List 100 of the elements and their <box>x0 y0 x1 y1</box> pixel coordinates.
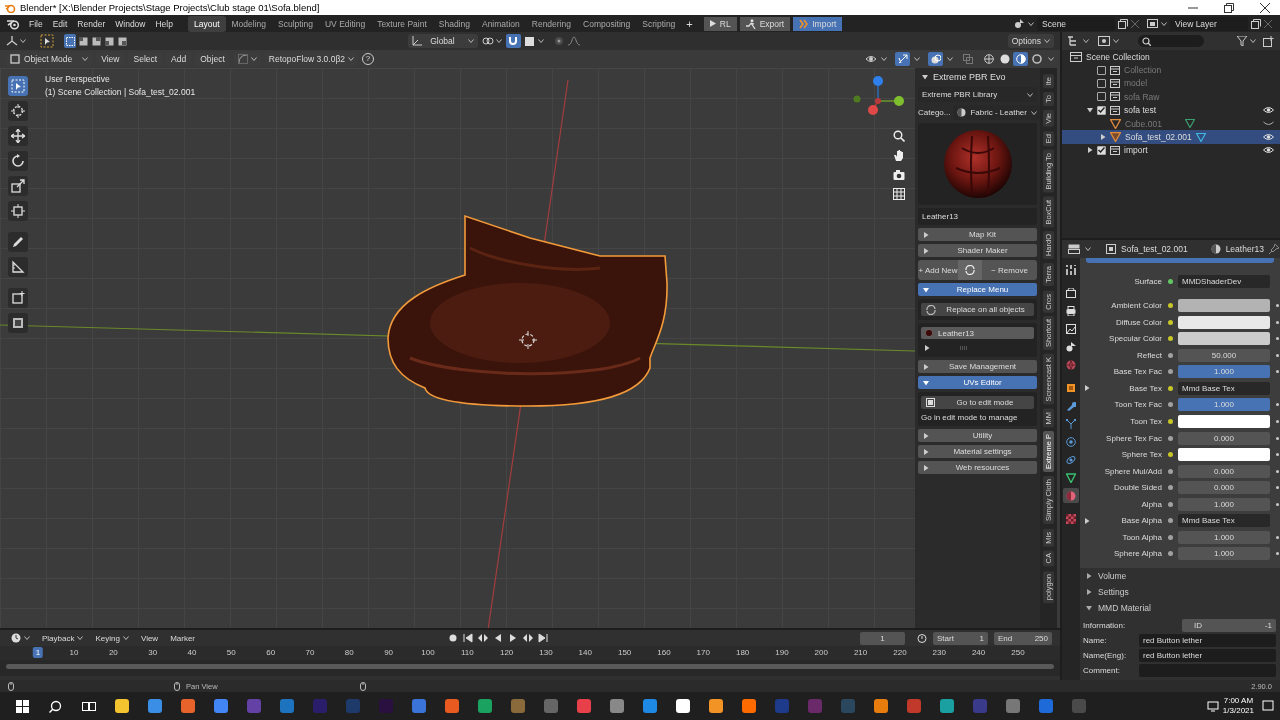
menu-item[interactable]: Edit <box>47 16 73 31</box>
number-field[interactable]: 0.000 <box>1178 481 1270 495</box>
remove-button[interactable]: − Remove <box>982 260 1037 280</box>
field-label: Comment: <box>1083 665 1121 675</box>
current-frame-field[interactable]: 1 <box>860 631 905 645</box>
number-field[interactable]: 0.000 <box>1178 464 1270 478</box>
frame-number: 20 <box>108 648 118 658</box>
menu-item[interactable]: Help <box>150 16 178 31</box>
object-name[interactable]: Cube.001 <box>1125 118 1181 129</box>
view-layer-field[interactable]: View Layer <box>1170 16 1248 31</box>
frame-number: 100 <box>421 648 435 658</box>
menu-item[interactable]: Keying <box>92 632 132 644</box>
linked-node-field[interactable]: Mmd Base Tex <box>1178 381 1270 395</box>
object-breadcrumb: Sofa_test_02.001 <box>1121 244 1188 254</box>
panel-header[interactable]: Volume <box>1080 567 1280 584</box>
scene-field[interactable]: Scene <box>1037 16 1115 31</box>
workspace-tab[interactable]: Modeling <box>225 15 272 32</box>
add-new-button[interactable]: + Add New <box>918 260 958 280</box>
frame-number: 210 <box>853 648 868 658</box>
linked-node-field[interactable]: MMDShaderDev <box>1178 274 1270 288</box>
text-field[interactable]: red Button lether <box>1139 648 1276 662</box>
frame-number: 160 <box>657 648 671 658</box>
collection-name[interactable]: Collection <box>1124 65 1274 76</box>
factor-slider[interactable]: 1.000 <box>1178 398 1270 412</box>
menu-item[interactable]: Playback <box>39 632 87 644</box>
object-name[interactable]: Sofa_test_02.001 <box>1125 132 1192 143</box>
replace-button[interactable]: Replace on all objects <box>921 303 1034 316</box>
add-workspace-button[interactable]: + <box>681 15 698 32</box>
frame-number: 230 <box>932 648 946 658</box>
collapsible-panel-header[interactable]: Material settings <box>918 445 1037 458</box>
workspace-tab[interactable]: Texture Paint <box>371 15 433 32</box>
frame-number: 10 <box>69 648 79 658</box>
collection-name[interactable]: model <box>1124 78 1274 89</box>
workspace-tab[interactable]: Shading <box>432 15 476 32</box>
frame-number: 220 <box>893 648 907 658</box>
property-label: Base Alpha <box>1121 516 1162 526</box>
frame-number: 190 <box>775 648 789 658</box>
workspace-tab[interactable]: Scripting <box>636 15 682 32</box>
menu-item[interactable]: Marker <box>167 632 199 644</box>
property-label: Specular Color <box>1109 334 1162 344</box>
text-field[interactable]: red Button lether <box>1139 633 1276 647</box>
collapsible-panel-header[interactable]: Web resources <box>918 461 1037 474</box>
number-field[interactable]: 0.000 <box>1178 431 1270 445</box>
collapsible-panel-header[interactable]: Utility <box>918 429 1037 442</box>
tree-row[interactable]: Sofa_test_02.001 <box>1062 130 1280 144</box>
field-label: Name(Eng): <box>1083 650 1128 660</box>
frame-number: 130 <box>539 648 553 658</box>
menu-item[interactable]: View <box>137 632 162 644</box>
orientation-dropdown[interactable]: Global <box>408 34 478 48</box>
workspace-tab[interactable]: Rendering <box>525 15 577 32</box>
frame-number: 180 <box>735 648 750 658</box>
material-list-item[interactable]: Leather13 <box>921 327 1034 339</box>
playhead-marker[interactable]: 1 <box>32 647 44 659</box>
property-label: Toon Tex Fac <box>1114 400 1162 410</box>
collapsible-panel-header[interactable]: Save Management <box>918 360 1037 373</box>
material-name-field[interactable]: Leather13 <box>918 208 1037 225</box>
number-field[interactable]: 1.000 <box>1178 530 1270 544</box>
menu-item[interactable]: File <box>24 16 48 31</box>
id-field[interactable]: ID -1 <box>1182 618 1276 632</box>
tree-row[interactable]: Cube.001 <box>1062 116 1280 131</box>
collapsible-panel-header[interactable]: Map Kit <box>918 228 1037 241</box>
collection-name[interactable]: import <box>1124 145 1259 156</box>
frame-number: 50 <box>226 648 236 658</box>
panel-header[interactable]: MMD Material <box>1080 599 1280 616</box>
tree-item[interactable]: Scene Collection <box>1086 51 1274 62</box>
workspace-tab[interactable]: UV Editing <box>318 15 372 32</box>
property-label: Sphere Alpha <box>1113 549 1162 559</box>
panel-title: Extreme PBR Evo <box>933 72 1006 82</box>
workspace-tab[interactable]: Layout <box>187 15 226 32</box>
end-frame-field[interactable]: End 250 <box>994 631 1052 645</box>
collapsible-panel-header[interactable]: Replace Menu <box>918 283 1037 296</box>
property-label: Diffuse Color <box>1115 317 1162 327</box>
frame-number: 90 <box>384 648 394 658</box>
menu-item[interactable]: Window <box>110 16 151 31</box>
library-dropdown[interactable]: Extreme PBR Library <box>918 87 1037 102</box>
workspace-tab[interactable]: Compositing <box>577 15 637 32</box>
collection-name[interactable]: sofa test <box>1124 105 1259 116</box>
workspace-tab[interactable]: Animation <box>475 15 526 32</box>
frame-number: 70 <box>305 648 315 658</box>
property-label: Sphere Tex <box>1121 450 1162 460</box>
addon-button[interactable]: RL <box>703 16 737 31</box>
hint-text: Go in edit mode to manage <box>921 413 1019 422</box>
factor-slider[interactable]: 1.000 <box>1178 365 1270 379</box>
number-field[interactable]: 50.000 <box>1178 348 1270 362</box>
edit-mode-button[interactable]: Go to edit mode <box>921 396 1034 409</box>
start-frame-field[interactable]: Start 1 <box>933 631 988 645</box>
collection-name[interactable]: sofa Raw <box>1124 91 1274 102</box>
collapsible-panel-header[interactable]: UVs Editor <box>918 376 1037 389</box>
clock[interactable]: 7:00 AM 1/3/2021 <box>1222 696 1254 716</box>
workspace-tab[interactable]: Sculpting <box>272 15 319 32</box>
number-field[interactable]: 1.000 <box>1178 547 1270 561</box>
menu-item[interactable]: Render <box>72 16 111 31</box>
options-dropdown[interactable]: Options <box>1007 34 1054 48</box>
collapsible-panel-header[interactable]: Shader Maker <box>918 244 1037 257</box>
number-field[interactable]: 1.000 <box>1178 497 1270 511</box>
addon-button[interactable]: Import <box>793 16 843 31</box>
frame-number: 80 <box>344 648 354 658</box>
addon-button[interactable]: Export <box>739 16 791 31</box>
panel-header[interactable]: Settings <box>1080 583 1280 600</box>
linked-node-field[interactable]: Mmd Base Tex <box>1178 514 1270 528</box>
